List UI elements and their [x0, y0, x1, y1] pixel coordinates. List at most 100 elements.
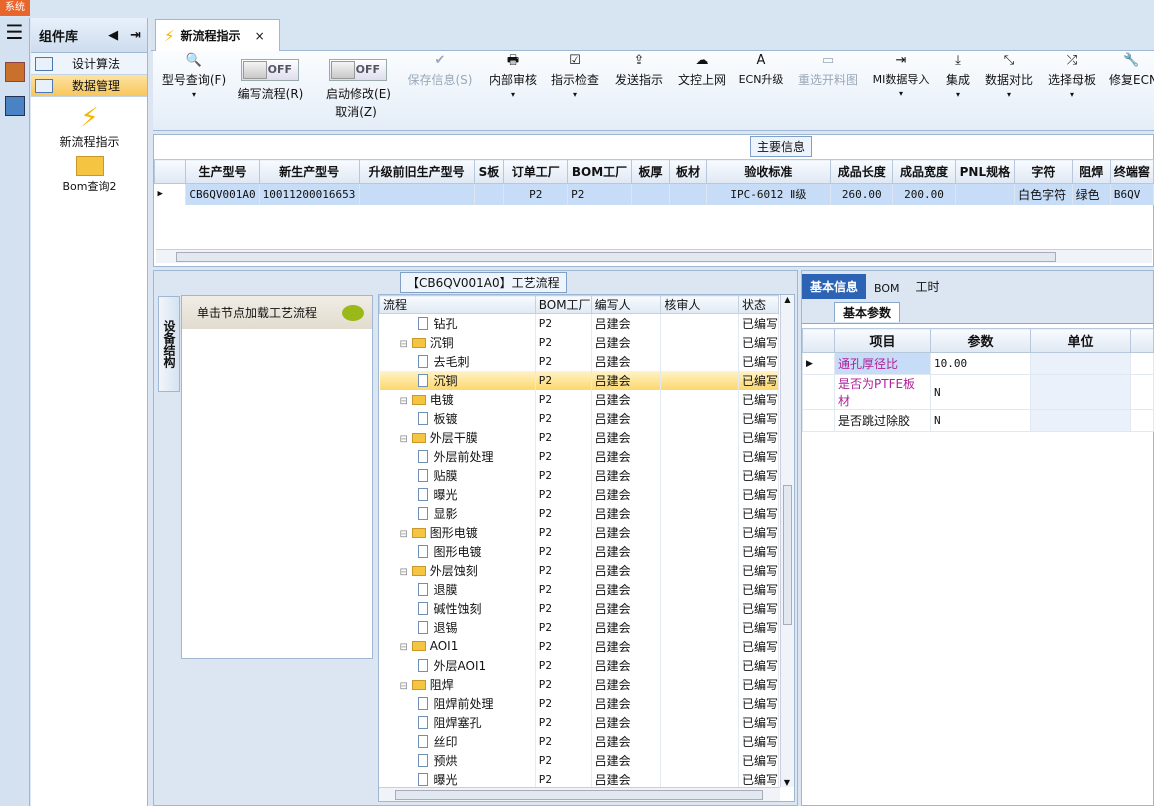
tree-node[interactable]: 退锡 — [379, 617, 536, 637]
tree-node[interactable]: 外层AOI1 — [379, 655, 536, 675]
select-motherboard-button[interactable]: ⤮ 选择母板 ▾ — [1046, 51, 1098, 131]
param-unit[interactable] — [1030, 409, 1131, 432]
cell-reviewer[interactable] — [660, 503, 739, 523]
cell[interactable]: 260.00 — [830, 183, 894, 205]
param-value[interactable]: N — [930, 409, 1031, 432]
col-header[interactable]: 阻焊 — [1071, 159, 1111, 184]
cell-writer[interactable]: 吕建会 — [591, 351, 662, 371]
cell-reviewer[interactable] — [660, 750, 739, 770]
tree-row[interactable]: ⊟ 外层干膜 P2 吕建会 已编写 — [379, 427, 780, 447]
tree-row[interactable]: 外层前处理 P2 吕建会 已编写 — [379, 446, 780, 466]
tree-row[interactable]: 去毛刺 P2 吕建会 已编写 — [379, 351, 780, 371]
col-header[interactable]: 成品宽度 — [892, 159, 956, 184]
cell-writer[interactable]: 吕建会 — [591, 484, 662, 504]
cell-reviewer[interactable] — [660, 465, 739, 485]
cell-writer[interactable]: 吕建会 — [591, 636, 662, 656]
col-header[interactable]: 状态 — [737, 295, 780, 314]
cell-factory[interactable]: P2 — [535, 693, 592, 713]
cell-writer[interactable]: 吕建会 — [591, 731, 662, 751]
cell[interactable]: CB6QV001A0 — [185, 183, 260, 205]
cell-writer[interactable]: 吕建会 — [591, 446, 662, 466]
tree-row[interactable]: 贴膜 P2 吕建会 已编写 — [379, 465, 780, 485]
cell[interactable] — [359, 183, 475, 205]
tree-node[interactable]: ⊟ 沉铜 — [379, 332, 536, 352]
data-compare-button[interactable]: ⤡ 数据对比 ▾ — [983, 51, 1035, 131]
cell-status[interactable]: 已编写 — [738, 769, 780, 789]
cell-status[interactable]: 已编写 — [738, 731, 780, 751]
cell[interactable] — [631, 183, 671, 205]
cell-status[interactable]: 已编写 — [738, 750, 780, 770]
tree-row[interactable]: ⊟ 沉铜 P2 吕建会 已编写 — [379, 332, 780, 352]
col-header[interactable]: 新生产型号 — [258, 159, 360, 184]
menu-data-management[interactable]: 数据管理 — [31, 75, 147, 97]
col-header[interactable]: S板 — [473, 159, 505, 184]
main-hscrollbar[interactable] — [156, 249, 1152, 263]
cell-writer[interactable]: 吕建会 — [591, 674, 662, 694]
cell-factory[interactable]: P2 — [535, 731, 592, 751]
cell-factory[interactable]: P2 — [535, 636, 592, 656]
col-header[interactable]: 项目 — [834, 328, 931, 353]
col-header[interactable]: 流程 — [379, 295, 536, 314]
cell-writer[interactable]: 吕建会 — [591, 693, 662, 713]
col-header[interactable]: PNL规格 — [954, 159, 1016, 184]
col-header[interactable]: 单位 — [1030, 328, 1131, 353]
tree-node[interactable]: 丝印 — [379, 731, 536, 751]
tree-node[interactable]: 显影 — [379, 503, 536, 523]
col-header[interactable]: 验收标准 — [705, 159, 832, 184]
tree-node[interactable]: 去毛刺 — [379, 351, 536, 371]
tree-node[interactable]: 预烘 — [379, 750, 536, 770]
tree-node[interactable]: ⊟ AOI1 — [379, 636, 536, 656]
tree-row[interactable]: ⊟ 外层蚀刻 P2 吕建会 已编写 — [379, 560, 780, 580]
tool-new-flow[interactable]: ⚡ 新流程指示 — [31, 103, 148, 150]
tree-node[interactable]: 沉铜 — [379, 370, 536, 390]
tree-vscrollbar[interactable]: ▲ ▼ — [780, 295, 794, 787]
tree-node[interactable]: 阻焊前处理 — [379, 693, 536, 713]
cell-factory[interactable]: P2 — [535, 655, 592, 675]
collapse-left-icon[interactable]: ◀ — [108, 28, 118, 43]
cell-writer[interactable]: 吕建会 — [591, 522, 662, 542]
integrate-button[interactable]: ⤓ 集成 ▾ — [943, 51, 973, 131]
cell-status[interactable]: 已编写 — [738, 370, 780, 390]
cell-reviewer[interactable] — [660, 522, 739, 542]
tree-node[interactable]: 退膜 — [379, 579, 536, 599]
cell-factory[interactable]: P2 — [535, 446, 592, 466]
cell-reviewer[interactable] — [660, 389, 739, 409]
close-icon[interactable]: × — [255, 29, 265, 43]
cell-reviewer[interactable] — [660, 332, 739, 352]
tab-basic-info[interactable]: 基本信息 — [802, 274, 867, 299]
cell-status[interactable]: 已编写 — [738, 712, 780, 732]
col-header[interactable]: 参数 — [930, 328, 1031, 353]
tree-row[interactable]: 曝光 P2 吕建会 已编写 — [379, 769, 780, 789]
tree-row[interactable]: 板镀 P2 吕建会 已编写 — [379, 408, 780, 428]
tab-bom[interactable]: BOM — [866, 278, 908, 299]
cell-reviewer[interactable] — [660, 370, 739, 390]
tree-row[interactable]: ⊟ AOI1 P2 吕建会 已编写 — [379, 636, 780, 656]
cell-reviewer[interactable] — [660, 313, 739, 333]
cell-factory[interactable]: P2 — [535, 503, 592, 523]
cell-writer[interactable]: 吕建会 — [591, 750, 662, 770]
cell-factory[interactable]: P2 — [535, 769, 592, 789]
tree-row[interactable]: 显影 P2 吕建会 已编写 — [379, 503, 780, 523]
cell-writer[interactable]: 吕建会 — [591, 560, 662, 580]
tree-row[interactable]: 图形电镀 P2 吕建会 已编写 — [379, 541, 780, 561]
tree-row[interactable]: 曝光 P2 吕建会 已编写 — [379, 484, 780, 504]
cell-status[interactable]: 已编写 — [738, 655, 780, 675]
tree-node[interactable]: 图形电镀 — [379, 541, 536, 561]
tree-node[interactable]: 曝光 — [379, 484, 536, 504]
cell-factory[interactable]: P2 — [535, 351, 592, 371]
cell-status[interactable]: 已编写 — [738, 503, 780, 523]
param-row[interactable]: 是否为PTFE板材 N — [802, 374, 1154, 410]
col-header[interactable]: 核审人 — [660, 295, 739, 314]
cell-reviewer[interactable] — [660, 674, 739, 694]
cell-factory[interactable]: P2 — [535, 579, 592, 599]
cell-factory[interactable]: P2 — [535, 712, 592, 732]
cell[interactable]: 绿色 — [1072, 183, 1111, 205]
cell-reviewer[interactable] — [660, 655, 739, 675]
cell-writer[interactable]: 吕建会 — [591, 579, 662, 599]
cell-status[interactable]: 已编写 — [738, 313, 780, 333]
cell-factory[interactable]: P2 — [535, 522, 592, 542]
cell-reviewer[interactable] — [660, 408, 739, 428]
cell[interactable]: 白色字符 — [1014, 183, 1073, 205]
param-item[interactable]: 是否为PTFE板材 — [834, 374, 931, 410]
tree-node[interactable]: ⊟ 图形电镀 — [379, 522, 536, 542]
